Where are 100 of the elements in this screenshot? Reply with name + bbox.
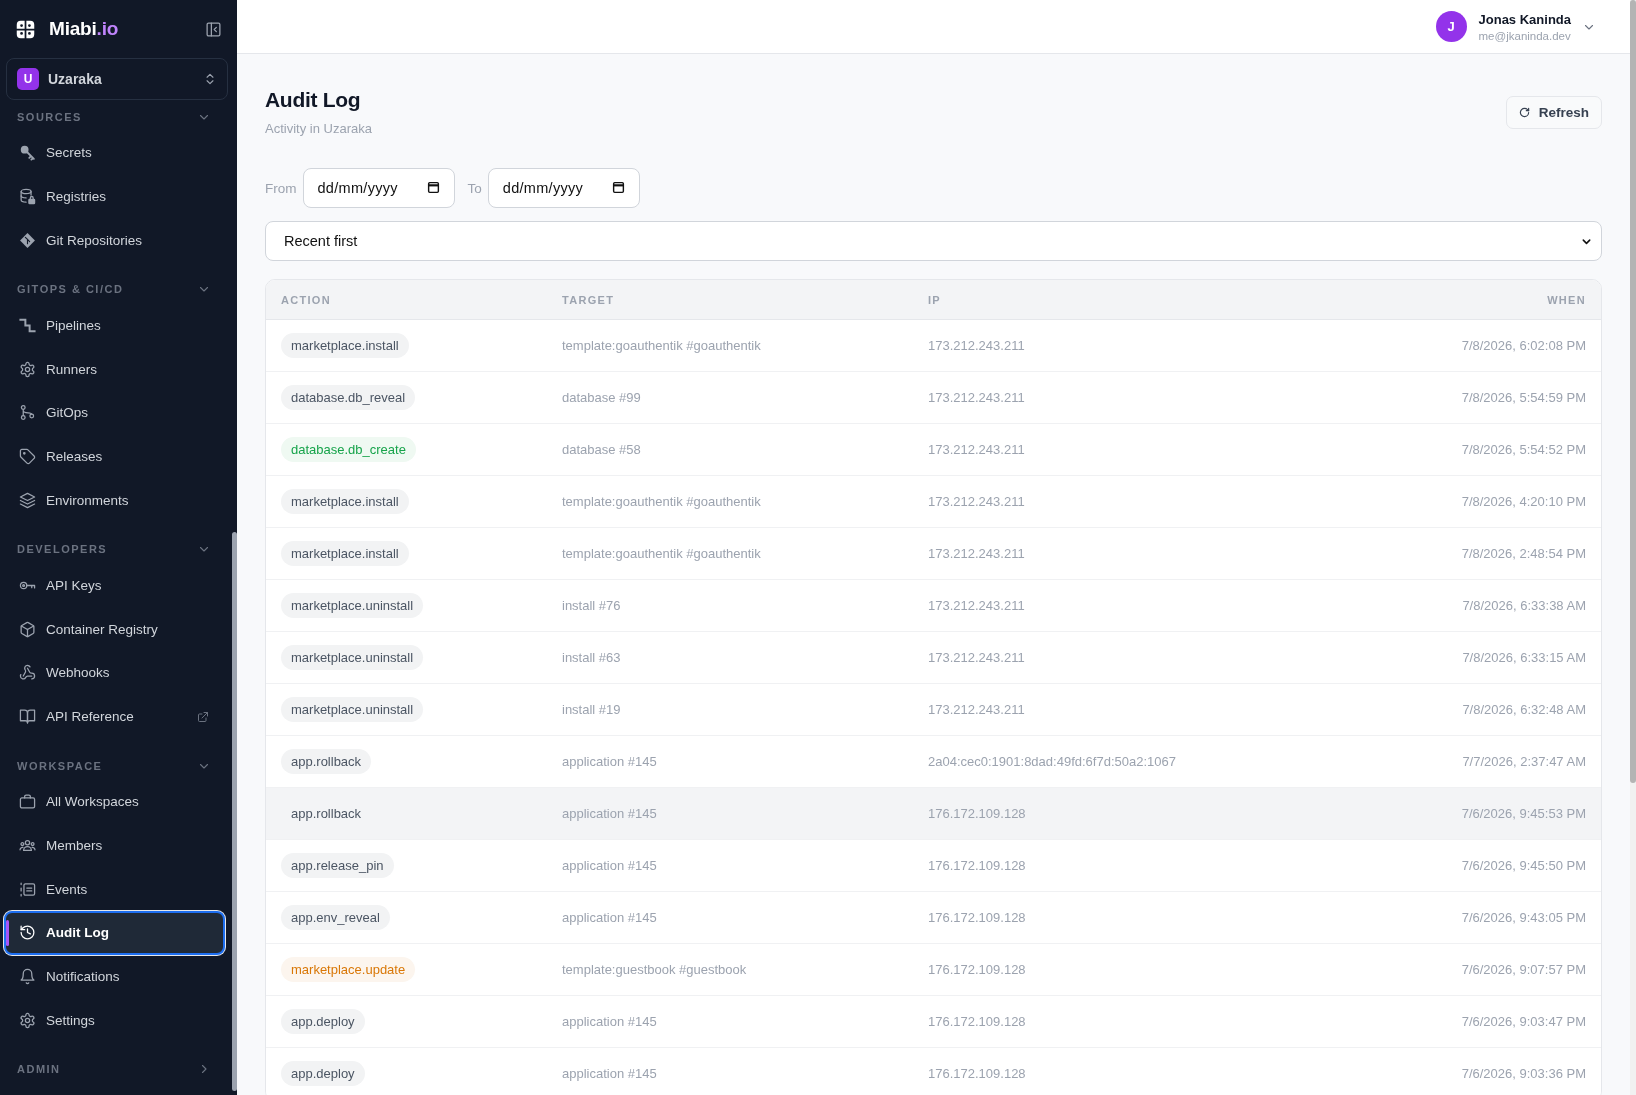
action-badge: marketplace.install xyxy=(281,489,409,514)
refresh-button[interactable]: Refresh xyxy=(1505,95,1602,129)
date-field[interactable]: dd/mm/yyyy xyxy=(487,168,640,208)
nav-item[interactable]: Audit Log xyxy=(4,910,225,955)
from-label: From xyxy=(265,180,297,196)
table-cell-text: 173.212.243.211 xyxy=(927,650,1026,665)
table-cell-text: 7/6/2026, 9:07:57 PM xyxy=(1460,962,1587,977)
section-heading: ADMIN xyxy=(17,1063,61,1076)
branch-icon xyxy=(19,404,36,422)
section-heading: WORKSPACE xyxy=(17,759,103,772)
table-cell-text: install #76 xyxy=(561,598,622,613)
column-header: ACTION xyxy=(280,293,332,306)
briefcase-icon xyxy=(19,792,36,810)
history-icon xyxy=(19,924,36,942)
action-badge: app.rollback xyxy=(281,749,372,774)
stairs-icon xyxy=(19,316,36,334)
nav-item[interactable]: Environments xyxy=(4,478,225,523)
scrollbar-thumb[interactable] xyxy=(1630,0,1636,783)
workspace-switcher[interactable]: U Uzaraka xyxy=(6,58,228,100)
nav-item[interactable]: Runners xyxy=(4,347,225,391)
table-cell-text: application #145 xyxy=(561,1066,658,1081)
table-cell-text: 7/8/2026, 5:54:59 PM xyxy=(1460,390,1587,405)
table-cell-text: database #99 xyxy=(561,390,642,405)
sort-select[interactable]: Recent first xyxy=(265,221,1602,261)
page-title: Audit Log xyxy=(265,87,362,113)
scrollbar-track[interactable] xyxy=(1630,0,1636,1095)
action-badge: marketplace.install xyxy=(281,541,409,566)
table-cell-text: 7/6/2026, 9:03:36 PM xyxy=(1460,1066,1587,1081)
table-cell-text: 173.212.243.211 xyxy=(927,442,1026,457)
table-cell-text: application #145 xyxy=(561,910,658,925)
action-badge: marketplace.install xyxy=(281,333,409,358)
table-cell-text: application #145 xyxy=(561,1014,658,1029)
nav-item[interactable]: API Reference xyxy=(4,694,225,739)
database-lock-icon xyxy=(19,188,36,206)
date-field[interactable]: dd/mm/yyyy xyxy=(302,168,455,208)
tag-icon xyxy=(19,448,36,466)
table-cell-text: application #145 xyxy=(561,754,658,769)
table-cell-text: 173.212.243.211 xyxy=(927,390,1026,405)
table-cell-text: install #19 xyxy=(561,702,622,717)
column-header: TARGET xyxy=(561,293,616,306)
table-cell-text: 7/6/2026, 9:43:05 PM xyxy=(1460,910,1587,925)
table-cell-text: 7/8/2026, 4:20:10 PM xyxy=(1460,494,1587,509)
table-cell-text: 2a04:cec0:1901:8dad:49fd:6f7d:50a2:1067 xyxy=(927,754,1177,769)
action-badge: marketplace.uninstall xyxy=(281,697,424,722)
table-cell-text: template:goauthentik #goauthentik xyxy=(561,546,762,561)
user-avatar[interactable]: J xyxy=(1435,11,1467,42)
nav-item[interactable]: Releases xyxy=(4,434,225,479)
key-icon xyxy=(19,144,36,162)
table-cell-text: 173.212.243.211 xyxy=(927,598,1026,613)
nav-item[interactable]: Members xyxy=(4,823,225,868)
nav-item[interactable]: Registries xyxy=(4,174,225,219)
action-badge: app.deploy xyxy=(281,1009,365,1034)
gear-icon xyxy=(19,1011,36,1029)
table-cell-text: 7/8/2026, 6:33:38 AM xyxy=(1461,598,1587,613)
section-heading: DEVELOPERS xyxy=(17,543,108,556)
table-cell-text: 7/6/2026, 9:03:47 PM xyxy=(1460,1014,1587,1029)
action-badge: marketplace.update xyxy=(281,957,416,982)
nav-item[interactable]: Events xyxy=(4,867,225,911)
action-badge: app.env_reveal xyxy=(281,905,390,930)
nav-item[interactable]: API Keys xyxy=(4,563,225,608)
user-email: me@jkaninda.dev xyxy=(1478,29,1571,42)
table-cell-text: 7/8/2026, 2:48:54 PM xyxy=(1460,546,1587,561)
action-badge: database.db_create xyxy=(281,437,416,462)
table-cell-text: application #145 xyxy=(561,806,658,821)
nav-item[interactable]: Secrets xyxy=(4,131,225,175)
calendar-icon[interactable] xyxy=(611,181,625,194)
table-cell-text: template:guestbook #guestbook xyxy=(561,962,748,977)
table-cell-text: 176.172.109.128 xyxy=(927,1066,1027,1081)
table-cell-text: 7/8/2026, 6:02:08 PM xyxy=(1460,338,1587,353)
bell-icon xyxy=(19,968,36,986)
calendar-icon[interactable] xyxy=(426,181,440,194)
table-cell-text: 7/6/2026, 9:45:50 PM xyxy=(1460,858,1587,873)
nav-item[interactable]: GitOps xyxy=(4,391,225,435)
action-badge: database.db_reveal xyxy=(281,385,416,410)
scrollbar-thumb[interactable] xyxy=(232,532,237,1091)
sidebar-toggle-icon[interactable] xyxy=(205,20,222,38)
table-cell-text: 173.212.243.211 xyxy=(927,546,1026,561)
table-cell-text: 7/8/2026, 5:54:52 PM xyxy=(1460,442,1587,457)
nav-item[interactable]: All Workspaces xyxy=(4,779,225,824)
cube-icon xyxy=(19,620,36,638)
table-cell-text: 173.212.243.211 xyxy=(927,338,1026,353)
nav-item[interactable]: Webhooks xyxy=(4,650,225,695)
table-cell-text: application #145 xyxy=(561,858,658,873)
table-cell-text: 176.172.109.128 xyxy=(927,858,1027,873)
column-header: IP xyxy=(927,293,942,306)
nav-item[interactable]: Git Repositories xyxy=(4,218,225,263)
nav-item[interactable]: Settings xyxy=(4,998,225,1043)
refresh-icon xyxy=(1518,106,1530,118)
layers-icon xyxy=(19,491,36,509)
action-badge: marketplace.uninstall xyxy=(281,645,424,670)
nav-item[interactable]: Notifications xyxy=(4,954,225,999)
nav-item[interactable]: Pipelines xyxy=(4,303,225,348)
webhook-icon xyxy=(19,664,36,682)
brand-name: Miabi.io xyxy=(49,18,119,40)
table-cell-text: database #58 xyxy=(561,442,642,457)
table-cell-text: 176.172.109.128 xyxy=(927,910,1027,925)
nav-item[interactable]: Container Registry xyxy=(4,607,225,651)
table-cell-text: 173.212.243.211 xyxy=(927,702,1026,717)
action-badge: marketplace.uninstall xyxy=(281,593,424,618)
table-cell-text: install #63 xyxy=(561,650,622,665)
